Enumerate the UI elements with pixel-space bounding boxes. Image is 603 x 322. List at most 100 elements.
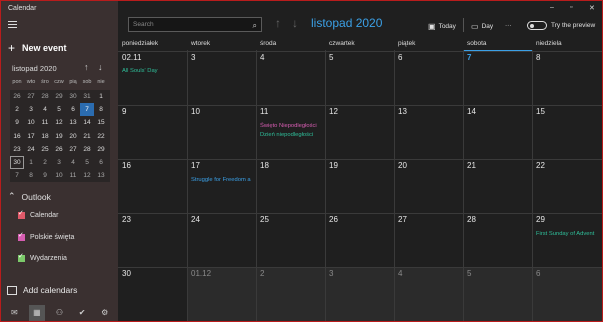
more-options-button[interactable]: ··· [505,22,512,29]
mini-prev-month-icon[interactable]: ↑ [84,62,89,72]
mini-day[interactable]: 6 [66,103,80,116]
day-number[interactable]: 5 [467,269,471,278]
mini-day[interactable]: 29 [52,90,66,103]
todo-icon[interactable]: ✔ [74,305,90,321]
day-number[interactable]: 7 [467,53,471,62]
day-number[interactable]: 30 [122,269,131,278]
day-view-button[interactable]: ▭ Day [471,22,493,31]
mini-day[interactable]: 22 [94,130,108,143]
day-number[interactable]: 23 [122,215,131,224]
event-struggle-for-freedom[interactable]: Struggle for Freedom a [191,177,251,183]
mini-day[interactable]: 18 [38,130,52,143]
mini-day[interactable]: 2 [38,156,52,169]
maximize-icon[interactable]: ▫ [570,4,572,11]
day-number[interactable]: 22 [536,161,545,170]
day-number[interactable]: 6 [398,53,402,62]
mini-day[interactable]: 9 [10,116,24,129]
mini-day[interactable]: 14 [80,116,94,129]
mini-day[interactable]: 6 [94,156,108,169]
mini-day[interactable]: 3 [52,156,66,169]
mini-day[interactable]: 5 [52,103,66,116]
hamburger-icon[interactable] [8,21,17,29]
mini-day[interactable]: 21 [80,130,94,143]
event-dzien-niepodleglosci[interactable]: Dzień niepodległości [260,132,313,138]
day-number[interactable]: 25 [260,215,269,224]
day-number[interactable]: 6 [536,269,540,278]
day-number[interactable]: 17 [191,161,200,170]
event-all-souls[interactable]: All Souls' Day [122,68,158,74]
mini-day[interactable]: 8 [94,103,108,116]
mini-day[interactable]: 10 [52,169,66,182]
mini-day[interactable]: 17 [24,130,38,143]
mini-day[interactable]: 26 [10,90,24,103]
day-number[interactable]: 4 [260,53,264,62]
mini-day[interactable]: 7 [10,169,24,182]
mini-day[interactable]: 2 [10,103,24,116]
day-number[interactable]: 27 [398,215,407,224]
day-number[interactable]: 12 [329,107,338,116]
preview-toggle[interactable] [527,21,547,30]
day-number[interactable]: 24 [191,215,200,224]
mini-day[interactable]: 19 [52,130,66,143]
mini-day[interactable]: 30 [10,155,24,170]
mini-day[interactable]: 23 [10,143,24,156]
checkbox-icon[interactable] [18,209,25,219]
mini-day[interactable]: 9 [38,169,52,182]
calendar-item-calendar[interactable]: Calendar [18,209,58,219]
mini-day[interactable]: 10 [24,116,38,129]
mini-day[interactable]: 31 [80,90,94,103]
prev-month-arrow-icon[interactable]: ↑ [275,16,281,30]
mini-day[interactable]: 12 [52,116,66,129]
mini-day[interactable]: 20 [66,130,80,143]
search-input[interactable]: Search ⌕ [128,17,262,32]
settings-gear-icon[interactable]: ⚙ [97,305,113,321]
day-number[interactable]: 29 [536,215,545,224]
day-number[interactable]: 13 [398,107,407,116]
mini-day[interactable]: 5 [80,156,94,169]
new-event-button[interactable]: + New event [8,41,67,55]
checkbox-icon[interactable] [18,231,25,241]
calendar-item-events[interactable]: Wydarzenia [18,252,67,262]
checkbox-icon[interactable] [18,252,25,262]
today-button[interactable]: ▣ Today [428,22,456,31]
day-number[interactable]: 28 [467,215,476,224]
next-month-arrow-icon[interactable]: ↓ [292,16,298,30]
search-icon[interactable]: ⌕ [253,19,257,32]
day-number[interactable]: 15 [536,107,545,116]
day-number[interactable]: 4 [398,269,402,278]
mini-day[interactable]: 3 [24,103,38,116]
day-number[interactable]: 8 [536,53,540,62]
day-number[interactable]: 10 [191,107,200,116]
people-icon[interactable]: ⚇ [51,305,67,321]
mini-calendar-month[interactable]: listopad 2020 [12,64,57,73]
mini-next-month-icon[interactable]: ↓ [98,62,103,72]
mini-day[interactable]: 11 [38,116,52,129]
mini-day[interactable]: 4 [66,156,80,169]
mini-day[interactable]: 30 [66,90,80,103]
mini-day[interactable]: 11 [66,169,80,182]
add-calendars-button[interactable]: Add calendars [7,285,77,295]
mini-day[interactable]: 13 [94,169,108,182]
mini-day[interactable]: 1 [94,90,108,103]
mini-day[interactable]: 12 [80,169,94,182]
mini-day[interactable]: 1 [24,156,38,169]
minimize-icon[interactable]: – [550,4,554,11]
calendar-icon[interactable]: ▦ [28,304,45,321]
mini-day[interactable]: 27 [66,143,80,156]
event-first-sunday-advent[interactable]: First Sunday of Advent [536,231,594,237]
mini-day[interactable]: 7 [80,103,94,117]
mini-day[interactable]: 15 [94,116,108,129]
outlook-group[interactable]: ⌃ Outlook [8,191,51,202]
day-number[interactable]: 19 [329,161,338,170]
mini-day[interactable]: 4 [38,103,52,116]
mini-day[interactable]: 25 [38,143,52,156]
mini-day[interactable]: 13 [66,116,80,129]
mini-day[interactable]: 16 [10,130,24,143]
mini-day[interactable]: 26 [52,143,66,156]
mini-day[interactable]: 8 [24,169,38,182]
day-number[interactable]: 16 [122,161,131,170]
mail-icon[interactable]: ✉ [6,305,22,321]
day-number[interactable]: 02.11 [122,53,141,62]
event-swieto-niepodleglosci[interactable]: Święto Niepodległości [260,123,317,129]
mini-day[interactable]: 28 [80,143,94,156]
